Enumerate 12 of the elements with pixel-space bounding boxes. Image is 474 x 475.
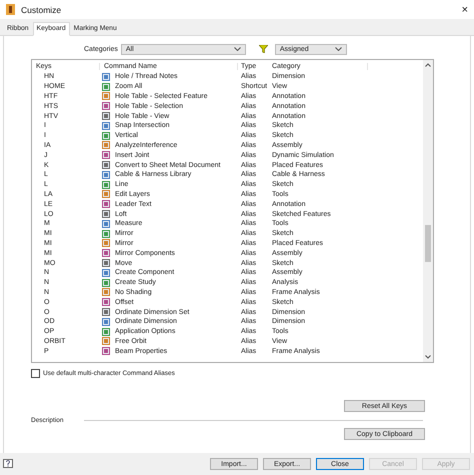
window-title: Customize bbox=[21, 4, 62, 14]
close-button[interactable]: × bbox=[462, 4, 468, 16]
help-icon[interactable] bbox=[3, 459, 13, 469]
scroll-up-icon[interactable] bbox=[425, 63, 431, 67]
checkbox[interactable] bbox=[31, 369, 40, 378]
scrollbar-thumb[interactable] bbox=[425, 225, 431, 262]
scroll-down-icon[interactable] bbox=[425, 355, 431, 359]
scrollbar[interactable] bbox=[423, 60, 433, 362]
app-icon bbox=[6, 4, 15, 15]
chevron-down-icon bbox=[334, 47, 342, 51]
filter-icon[interactable] bbox=[258, 45, 268, 53]
chevron-down-icon bbox=[234, 47, 241, 51]
